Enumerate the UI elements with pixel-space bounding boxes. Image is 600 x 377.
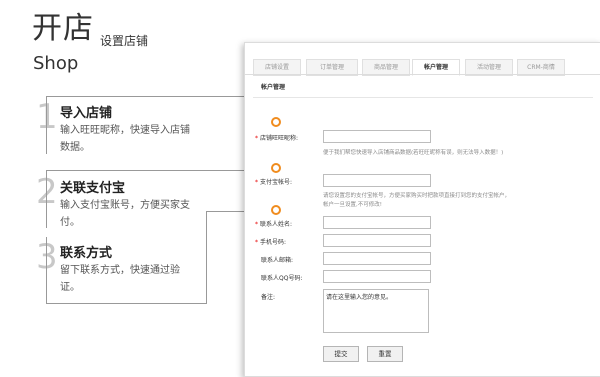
alipay-hint: 请您设置您的支付宝帐号，方便买家购买时把款项直接打到您的支付宝帐户，帐户一旦设置… xyxy=(323,193,511,208)
wangwang-input[interactable] xyxy=(323,130,431,143)
alipay-input[interactable] xyxy=(323,174,431,187)
connector-line xyxy=(46,303,206,304)
remark-label: 备注: xyxy=(261,294,276,301)
connector-line xyxy=(46,170,276,171)
step-description: 输入支付宝账号，方便买家支付。 xyxy=(60,200,190,228)
required-mark: * xyxy=(255,239,258,246)
step-marker xyxy=(271,163,281,173)
required-mark: * xyxy=(255,221,258,228)
qq-input[interactable] xyxy=(323,270,431,283)
step-marker xyxy=(271,117,281,127)
contact-name-input[interactable] xyxy=(323,216,431,229)
required-mark: * xyxy=(255,135,258,142)
connector-line xyxy=(46,96,47,154)
page-title-english: Shop xyxy=(33,53,79,74)
step-description: 输入旺旺昵称，快速导入店铺数据。 xyxy=(60,125,190,153)
reset-button[interactable]: 重置 xyxy=(367,346,403,362)
page-title: 开店 xyxy=(32,11,94,46)
divider xyxy=(253,97,593,98)
browser-panel: 店铺设置 订单管理 商品管理 帐户管理 活动管理 CRM-商情 帐户管理 * 店铺… xyxy=(244,42,600,377)
contact-name-label: * 联系人姓名: xyxy=(255,221,293,228)
step-title: 联系方式 xyxy=(60,246,113,261)
alipay-label: * 支付宝帐号: xyxy=(255,179,293,186)
step-title: 关联支付宝 xyxy=(60,181,126,196)
remark-textarea[interactable]: 请在这里输入您的意见。 xyxy=(323,289,429,333)
submit-button[interactable]: 提交 xyxy=(323,346,359,362)
phone-label: * 手机号码: xyxy=(255,239,287,246)
connector-line xyxy=(46,170,47,228)
step-title: 导入店铺 xyxy=(60,106,113,121)
wangwang-label: * 店铺旺旺昵称: xyxy=(255,135,299,142)
page-subtitle: 设置店铺 xyxy=(100,34,149,48)
tab-divider xyxy=(245,74,600,75)
connector-line xyxy=(206,211,207,304)
qq-label: 联系人QQ号码: xyxy=(261,275,303,282)
required-mark: * xyxy=(255,179,258,186)
email-input[interactable] xyxy=(323,252,431,265)
email-label: 联系人邮箱: xyxy=(261,257,294,264)
step-marker xyxy=(271,205,281,215)
phone-input[interactable] xyxy=(323,234,431,247)
wangwang-hint: 便于我们帮您快速导入店铺商品数据(若旺旺昵称有误，则无法导入数据！) xyxy=(323,150,504,156)
subnav-account[interactable]: 帐户管理 xyxy=(261,82,285,91)
step-description: 留下联系方式，快速通过验证。 xyxy=(60,265,180,293)
connector-line xyxy=(46,96,276,97)
connector-line xyxy=(46,237,47,303)
